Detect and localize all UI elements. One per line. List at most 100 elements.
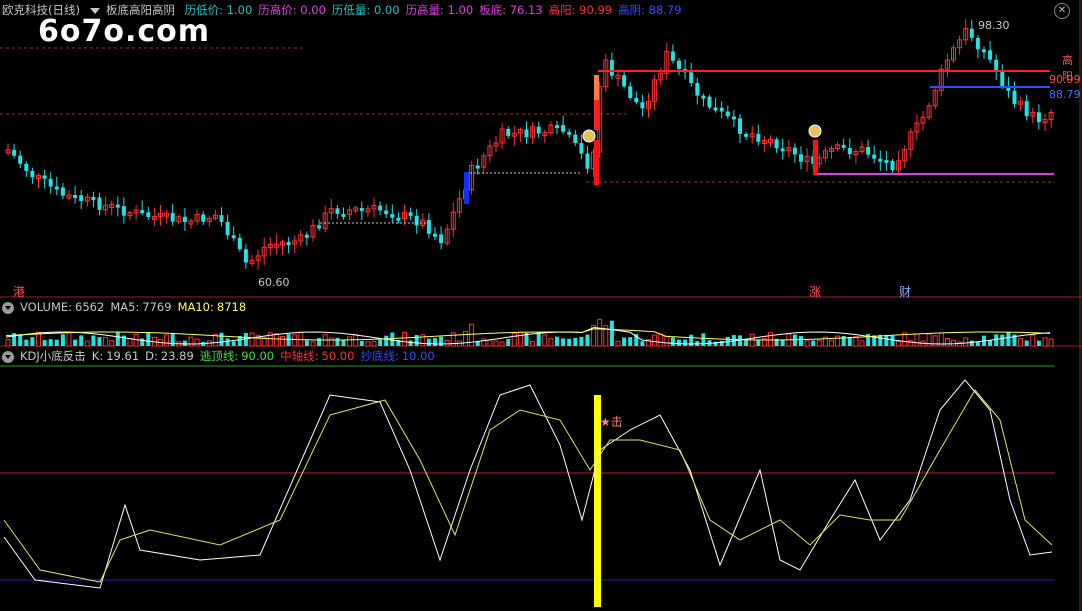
candle-body: [567, 131, 572, 135]
volume-bar: [60, 334, 65, 346]
volume-bar: [561, 338, 566, 346]
volume-bar: [628, 337, 633, 346]
event-tag-zhang[interactable]: 涨: [809, 283, 821, 300]
stock-title[interactable]: 欧克科技(日线): [2, 3, 80, 17]
candle-body: [524, 129, 529, 138]
volume-header: VOLUME: 6562 MA5: 7769 MA10: 8718: [0, 299, 252, 315]
candle-body: [731, 116, 736, 120]
volume-bar: [310, 341, 316, 347]
volume-bar: [890, 335, 895, 346]
header-item-5: 高阳: 90.99: [548, 3, 613, 17]
volume-bar: [164, 334, 170, 347]
candle-body: [12, 149, 17, 156]
candle-body: [121, 206, 126, 216]
volume-bar: [847, 336, 852, 346]
candle-body: [841, 144, 846, 148]
volume-bar: [286, 334, 291, 346]
candle-body: [628, 86, 633, 98]
candle-body: [97, 197, 102, 210]
candle-body: [707, 96, 712, 108]
volume-bar: [146, 332, 151, 346]
candle-body: [378, 205, 383, 211]
candle-body: [744, 133, 749, 137]
volume-bar: [182, 340, 187, 346]
right-blue-value: 88.79: [1049, 88, 1081, 101]
volume-bar: [359, 340, 364, 346]
candle-body: [341, 213, 346, 217]
volume-bar: [91, 335, 96, 346]
volume-bar: [487, 339, 493, 347]
candle-body: [182, 216, 187, 223]
volume-bar: [573, 337, 578, 346]
volume-bar: [652, 334, 658, 347]
k-value: 19.61: [106, 349, 140, 363]
volume-bar: [439, 336, 444, 346]
volume-bar: [585, 334, 590, 346]
candle-body: [475, 165, 480, 169]
volume-bar: [530, 340, 536, 347]
d-label: D:: [145, 349, 158, 363]
volume-bar: [555, 336, 559, 346]
volume-bar: [1018, 338, 1024, 347]
volume-bar: [615, 340, 621, 347]
volume-bar: [579, 336, 584, 346]
candle-body: [573, 134, 578, 144]
candle-body: [18, 155, 23, 164]
volume-bar: [1000, 334, 1005, 346]
volume-bar: [353, 334, 359, 347]
volume-bar: [969, 340, 974, 346]
collapse-icon[interactable]: [2, 350, 14, 363]
volume-bar: [225, 338, 230, 346]
candle-body: [561, 125, 566, 132]
volume-bar: [908, 340, 914, 347]
volume-bar: [402, 331, 407, 347]
volume-bar: [780, 339, 785, 346]
volume-bar: [1006, 332, 1011, 346]
ma5-label: MA5:: [110, 300, 140, 314]
volume-bar: [66, 332, 72, 347]
candle-body: [725, 111, 730, 117]
volume-bar: [384, 335, 389, 346]
candle-body: [335, 208, 340, 214]
header-item-1: 历高价: 0.00: [258, 3, 326, 17]
event-tag-gang[interactable]: 港: [13, 283, 25, 300]
collapse-icon[interactable]: [2, 301, 14, 314]
volume-bar: [829, 339, 834, 347]
candle-body: [304, 234, 309, 238]
header-item-4: 板底: 76.13: [479, 3, 543, 17]
candle-body: [609, 60, 614, 76]
volume-bar: [317, 338, 322, 346]
candle-body: [555, 125, 559, 129]
kdj-k-line: [3, 379, 1053, 589]
escape-value: 90.00: [241, 349, 275, 363]
volume-bar: [1042, 337, 1048, 347]
kdj-header: KDJ小底反击 K: 19.61 D: 23.89 逃顶线: 90.00 中轴线: 50.00 抄…: [0, 348, 441, 364]
candle-body: [506, 128, 511, 136]
candle-body: [201, 214, 206, 222]
indicator-name[interactable]: 板底高阳高阴: [106, 3, 175, 17]
kdj-name[interactable]: KDJ小底反击: [20, 349, 86, 363]
volume-bar: [664, 335, 670, 347]
candle-body: [317, 225, 322, 229]
candle-body: [579, 143, 584, 154]
candle-body: [433, 233, 437, 237]
volume-bar: [1024, 340, 1029, 346]
volume-bar: [896, 340, 902, 347]
dropdown-icon[interactable]: [89, 7, 100, 14]
volume-bar: [73, 339, 78, 346]
volume-bar: [658, 333, 664, 347]
escape-label: 逃顶线:: [199, 349, 239, 363]
candle-body: [225, 221, 230, 236]
volume-bar: [54, 339, 59, 346]
volume-bar: [670, 337, 675, 346]
candle-body: [872, 154, 877, 159]
main-chart-header: 欧克科技(日线) 板底高阳高阴 历低价: 1.00 历高价: 0.00 历低量: 0.…: [0, 2, 694, 18]
close-icon[interactable]: ✕: [1054, 3, 1070, 19]
volume-bar: [481, 338, 487, 347]
volume-bar: [683, 339, 688, 346]
volume-bar: [506, 338, 511, 346]
volume-bar: [932, 335, 938, 347]
volume-bar: [493, 340, 499, 347]
event-tag-cai[interactable]: 财: [899, 283, 911, 300]
volume-bar: [597, 318, 603, 347]
